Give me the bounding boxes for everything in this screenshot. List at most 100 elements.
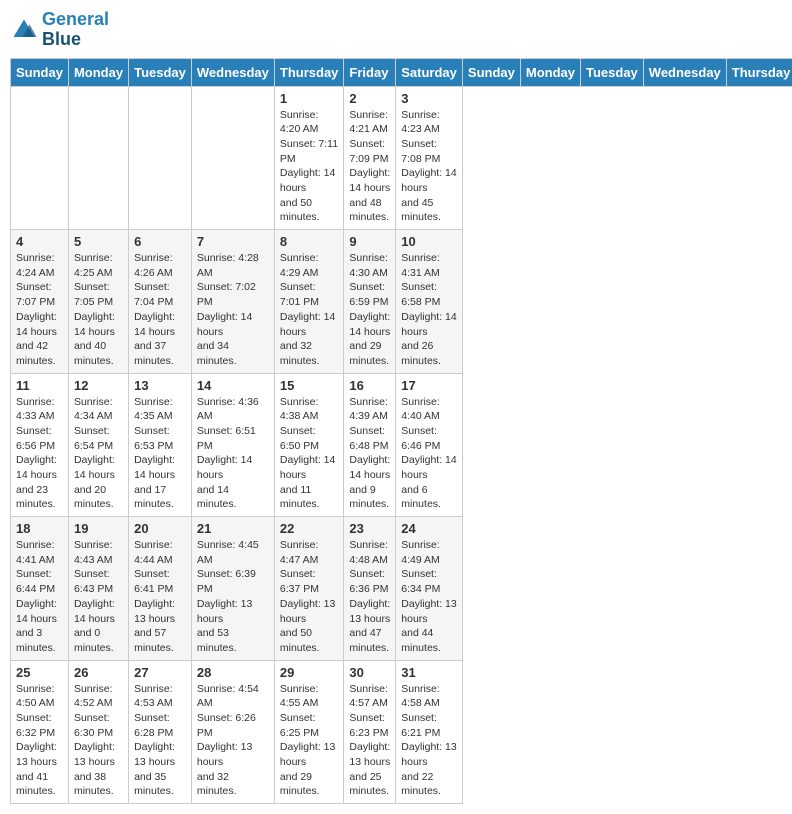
- day-info: Sunrise: 4:48 AM Sunset: 6:36 PM Dayligh…: [349, 538, 390, 656]
- day-number: 21: [197, 521, 269, 536]
- calendar-cell: [11, 86, 69, 230]
- day-number: 25: [16, 665, 63, 680]
- day-info: Sunrise: 4:21 AM Sunset: 7:09 PM Dayligh…: [349, 108, 390, 226]
- header-saturday: Saturday: [396, 58, 463, 86]
- day-number: 2: [349, 91, 390, 106]
- day-number: 1: [280, 91, 339, 106]
- day-number: 12: [74, 378, 123, 393]
- day-number: 10: [401, 234, 457, 249]
- day-info: Sunrise: 4:29 AM Sunset: 7:01 PM Dayligh…: [280, 251, 339, 369]
- day-number: 3: [401, 91, 457, 106]
- day-number: 28: [197, 665, 269, 680]
- day-number: 16: [349, 378, 390, 393]
- day-info: Sunrise: 4:52 AM Sunset: 6:30 PM Dayligh…: [74, 682, 123, 800]
- page-header: General Blue: [10, 10, 782, 50]
- calendar-cell: 8 Sunrise: 4:29 AM Sunset: 7:01 PM Daylig…: [274, 230, 344, 374]
- calendar-week-row: 1 Sunrise: 4:20 AM Sunset: 7:11 PM Daylig…: [11, 86, 792, 230]
- day-number: 26: [74, 665, 123, 680]
- calendar-cell: 20 Sunrise: 4:44 AM Sunset: 6:41 PM Dayli…: [129, 517, 192, 661]
- calendar-cell: 12Sunrise: 4:34 AM Sunset: 6:54 PM Dayli…: [68, 373, 128, 517]
- calendar-week-row: 4 Sunrise: 4:24 AM Sunset: 7:07 PM Daylig…: [11, 230, 792, 374]
- day-number: 7: [197, 234, 269, 249]
- day-info: Sunrise: 4:44 AM Sunset: 6:41 PM Dayligh…: [134, 538, 186, 656]
- calendar-table: SundayMondayTuesdayWednesdayThursdayFrid…: [10, 58, 792, 805]
- day-info: Sunrise: 4:47 AM Sunset: 6:37 PM Dayligh…: [280, 538, 339, 656]
- calendar-cell: [191, 86, 274, 230]
- day-info: Sunrise: 4:50 AM Sunset: 6:32 PM Dayligh…: [16, 682, 63, 800]
- day-number: 30: [349, 665, 390, 680]
- day-info: Sunrise: 4:40 AM Sunset: 6:46 PM Dayligh…: [401, 395, 457, 513]
- day-number: 14: [197, 378, 269, 393]
- header-tuesday: Tuesday: [129, 58, 192, 86]
- day-number: 22: [280, 521, 339, 536]
- header-sunday: Sunday: [462, 58, 520, 86]
- calendar-week-row: 25 Sunrise: 4:50 AM Sunset: 6:32 PM Dayli…: [11, 660, 792, 804]
- day-number: 17: [401, 378, 457, 393]
- day-info: Sunrise: 4:31 AM Sunset: 6:58 PM Dayligh…: [401, 251, 457, 369]
- day-number: 29: [280, 665, 339, 680]
- header-sunday: Sunday: [11, 58, 69, 86]
- header-monday: Monday: [68, 58, 128, 86]
- calendar-week-row: 18 Sunrise: 4:41 AM Sunset: 6:44 PM Dayli…: [11, 517, 792, 661]
- day-number: 27: [134, 665, 186, 680]
- day-info: Sunrise: 4:43 AM Sunset: 6:43 PM Dayligh…: [74, 538, 123, 656]
- day-info: Sunrise: 4:41 AM Sunset: 6:44 PM Dayligh…: [16, 538, 63, 656]
- day-info: Sunrise: 4:28 AM Sunset: 7:02 PM Dayligh…: [197, 251, 269, 369]
- logo: General Blue: [10, 10, 109, 50]
- calendar-cell: 2 Sunrise: 4:21 AM Sunset: 7:09 PM Daylig…: [344, 86, 396, 230]
- calendar-cell: 26 Sunrise: 4:52 AM Sunset: 6:30 PM Dayli…: [68, 660, 128, 804]
- day-number: 6: [134, 234, 186, 249]
- day-number: 11: [16, 378, 63, 393]
- day-info: Sunrise: 4:23 AM Sunset: 7:08 PM Dayligh…: [401, 108, 457, 226]
- calendar-cell: [68, 86, 128, 230]
- day-number: 20: [134, 521, 186, 536]
- day-info: Sunrise: 4:24 AM Sunset: 7:07 PM Dayligh…: [16, 251, 63, 369]
- calendar-cell: 22 Sunrise: 4:47 AM Sunset: 6:37 PM Dayli…: [274, 517, 344, 661]
- calendar-cell: 30 Sunrise: 4:57 AM Sunset: 6:23 PM Dayli…: [344, 660, 396, 804]
- calendar-cell: 21 Sunrise: 4:45 AM Sunset: 6:39 PM Dayli…: [191, 517, 274, 661]
- day-number: 18: [16, 521, 63, 536]
- day-info: Sunrise: 4:35 AM Sunset: 6:53 PM Dayligh…: [134, 395, 186, 513]
- day-number: 8: [280, 234, 339, 249]
- day-number: 5: [74, 234, 123, 249]
- calendar-cell: 10 Sunrise: 4:31 AM Sunset: 6:58 PM Dayli…: [396, 230, 463, 374]
- day-number: 24: [401, 521, 457, 536]
- day-info: Sunrise: 4:33 AM Sunset: 6:56 PM Dayligh…: [16, 395, 63, 513]
- header-friday: Friday: [344, 58, 396, 86]
- day-number: 13: [134, 378, 186, 393]
- calendar-cell: 19Sunrise: 4:43 AM Sunset: 6:43 PM Dayli…: [68, 517, 128, 661]
- day-info: Sunrise: 4:45 AM Sunset: 6:39 PM Dayligh…: [197, 538, 269, 656]
- calendar-cell: 1 Sunrise: 4:20 AM Sunset: 7:11 PM Daylig…: [274, 86, 344, 230]
- calendar-cell: 11 Sunrise: 4:33 AM Sunset: 6:56 PM Dayli…: [11, 373, 69, 517]
- day-number: 4: [16, 234, 63, 249]
- header-wednesday: Wednesday: [643, 58, 726, 86]
- header-monday: Monday: [520, 58, 580, 86]
- calendar-cell: 9Sunrise: 4:30 AM Sunset: 6:59 PM Daylig…: [344, 230, 396, 374]
- calendar-cell: 3 Sunrise: 4:23 AM Sunset: 7:08 PM Daylig…: [396, 86, 463, 230]
- calendar-header-row: SundayMondayTuesdayWednesdayThursdayFrid…: [11, 58, 792, 86]
- header-tuesday: Tuesday: [581, 58, 644, 86]
- calendar-cell: 31Sunrise: 4:58 AM Sunset: 6:21 PM Dayli…: [396, 660, 463, 804]
- calendar-cell: 29Sunrise: 4:55 AM Sunset: 6:25 PM Dayli…: [274, 660, 344, 804]
- calendar-cell: 13 Sunrise: 4:35 AM Sunset: 6:53 PM Dayli…: [129, 373, 192, 517]
- calendar-cell: 18 Sunrise: 4:41 AM Sunset: 6:44 PM Dayli…: [11, 517, 69, 661]
- day-info: Sunrise: 4:26 AM Sunset: 7:04 PM Dayligh…: [134, 251, 186, 369]
- day-info: Sunrise: 4:49 AM Sunset: 6:34 PM Dayligh…: [401, 538, 457, 656]
- logo-text: General Blue: [42, 10, 109, 50]
- header-thursday: Thursday: [726, 58, 792, 86]
- day-info: Sunrise: 4:53 AM Sunset: 6:28 PM Dayligh…: [134, 682, 186, 800]
- day-info: Sunrise: 4:57 AM Sunset: 6:23 PM Dayligh…: [349, 682, 390, 800]
- calendar-cell: 7 Sunrise: 4:28 AM Sunset: 7:02 PM Daylig…: [191, 230, 274, 374]
- calendar-cell: 5Sunrise: 4:25 AM Sunset: 7:05 PM Daylig…: [68, 230, 128, 374]
- calendar-cell: 15 Sunrise: 4:38 AM Sunset: 6:50 PM Dayli…: [274, 373, 344, 517]
- calendar-cell: 14Sunrise: 4:36 AM Sunset: 6:51 PM Dayli…: [191, 373, 274, 517]
- day-info: Sunrise: 4:20 AM Sunset: 7:11 PM Dayligh…: [280, 108, 339, 226]
- calendar-cell: 4 Sunrise: 4:24 AM Sunset: 7:07 PM Daylig…: [11, 230, 69, 374]
- day-info: Sunrise: 4:30 AM Sunset: 6:59 PM Dayligh…: [349, 251, 390, 369]
- day-info: Sunrise: 4:38 AM Sunset: 6:50 PM Dayligh…: [280, 395, 339, 513]
- header-thursday: Thursday: [274, 58, 344, 86]
- calendar-cell: [129, 86, 192, 230]
- day-number: 15: [280, 378, 339, 393]
- calendar-cell: 28Sunrise: 4:54 AM Sunset: 6:26 PM Dayli…: [191, 660, 274, 804]
- day-info: Sunrise: 4:39 AM Sunset: 6:48 PM Dayligh…: [349, 395, 390, 513]
